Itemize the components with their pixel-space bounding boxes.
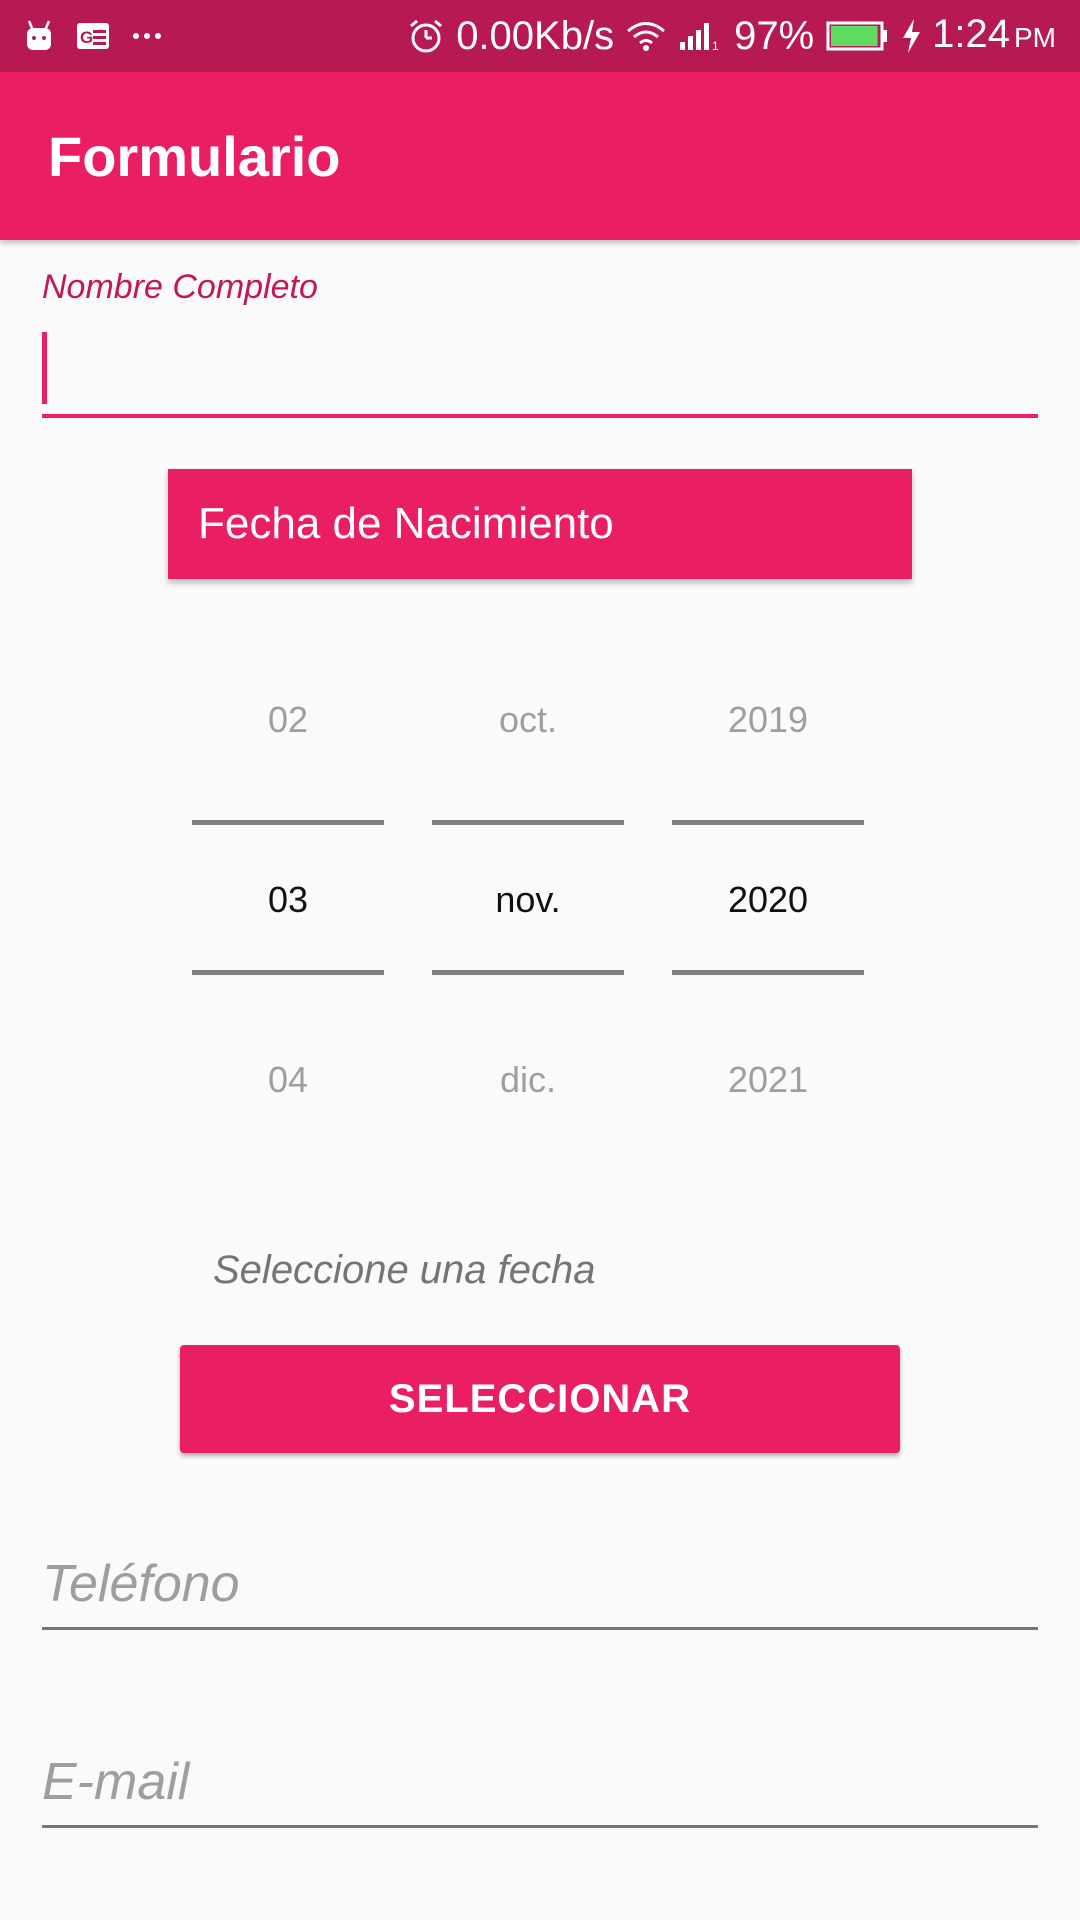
month-prev[interactable]: oct. <box>432 690 624 750</box>
app-bar: Formulario <box>0 72 1080 240</box>
name-field-label: Nombre Completo <box>42 268 318 306</box>
battery-icon <box>826 21 888 51</box>
bolt-icon <box>900 18 922 54</box>
clock-ampm: PM <box>1014 22 1056 53</box>
year-current[interactable]: 2020 <box>672 870 864 930</box>
phone-field[interactable] <box>42 1540 1038 1630</box>
month-next[interactable]: dic. <box>432 1050 624 1110</box>
day-spinner[interactable]: 02 03 04 <box>192 660 384 1100</box>
signal-icon: 1 <box>678 20 722 52</box>
birthdate-header-label: Fecha de Nacimiento <box>198 499 614 548</box>
news-icon: G <box>76 22 110 50</box>
battery-percent: 97% <box>734 14 815 58</box>
year-prev[interactable]: 2019 <box>672 690 864 750</box>
spinner-divider <box>432 820 624 825</box>
month-current[interactable]: nov. <box>432 870 624 930</box>
spinner-divider <box>192 970 384 975</box>
spinner-divider <box>672 970 864 975</box>
clock-time: 1:24 <box>932 12 1010 56</box>
spinner-divider <box>192 820 384 825</box>
name-input[interactable] <box>42 330 1038 418</box>
day-prev[interactable]: 02 <box>192 690 384 750</box>
more-dots-icon <box>132 32 162 40</box>
select-date-hint: Seleccione una fecha <box>213 1248 596 1292</box>
year-spinner[interactable]: 2019 2020 2021 <box>672 660 864 1100</box>
month-spinner[interactable]: oct. nov. dic. <box>432 660 624 1100</box>
date-picker[interactable]: 02 03 04 oct. nov. dic. 2019 2020 2021 <box>192 660 864 1100</box>
alarm-icon <box>408 18 444 54</box>
year-next[interactable]: 2021 <box>672 1050 864 1110</box>
app-title: Formulario <box>48 124 341 188</box>
wifi-icon <box>626 20 666 52</box>
select-button[interactable]: SELECCIONAR <box>180 1345 900 1453</box>
day-next[interactable]: 04 <box>192 1050 384 1110</box>
svg-text:1: 1 <box>712 39 719 52</box>
day-current[interactable]: 03 <box>192 870 384 930</box>
spinner-divider <box>672 820 864 825</box>
spinner-divider <box>432 970 624 975</box>
svg-text:G: G <box>80 28 93 47</box>
android-icon <box>24 20 54 52</box>
text-cursor <box>42 332 47 404</box>
email-field[interactable] <box>42 1738 1038 1828</box>
network-speed: 0.00Kb/s <box>456 14 615 58</box>
status-bar: G 0.00Kb/s 1 97% 1:24 PM <box>0 0 1080 72</box>
birthdate-header: Fecha de Nacimiento <box>168 469 912 579</box>
